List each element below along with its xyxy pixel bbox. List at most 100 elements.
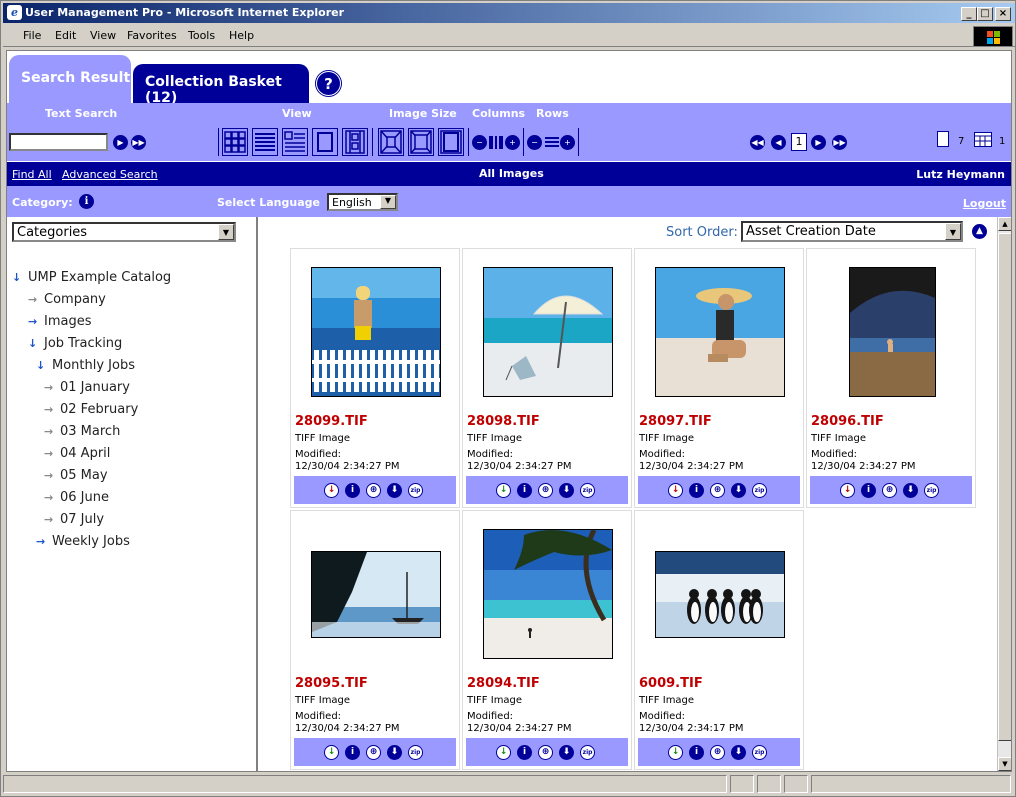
expanded-arrow-icon[interactable]: ↓	[28, 337, 40, 350]
asset-name[interactable]: 28095.TIF	[295, 676, 368, 691]
scroll-top-icon[interactable]: ▲	[972, 224, 987, 239]
image-size-medium-button[interactable]	[408, 128, 434, 156]
collapsed-arrow-icon[interactable]: →	[44, 381, 56, 394]
zip-icon[interactable]: zip	[752, 745, 767, 760]
tree-item[interactable]: ↓ Job Tracking	[28, 336, 122, 351]
tree-item[interactable]: → 07 July	[44, 512, 104, 527]
view-detail-button[interactable]	[282, 128, 308, 156]
asset-card[interactable]: 28094.TIF TIFF Image Modified: 12/30/04 2:3…	[462, 510, 632, 770]
asset-name[interactable]: 28099.TIF	[295, 414, 368, 429]
asset-thumbnail[interactable]	[655, 267, 785, 397]
add-basket-icon[interactable]: ⊕	[882, 483, 897, 498]
download-icon[interactable]: ↓	[668, 745, 683, 760]
tree-item[interactable]: → 03 March	[44, 424, 120, 439]
maximize-button[interactable]: □	[977, 7, 993, 21]
down-arrow-icon[interactable]: ⬇	[731, 483, 746, 498]
scroll-up-icon[interactable]: ▲	[998, 217, 1011, 231]
prev-page-icon[interactable]: ◀	[771, 135, 786, 150]
download-icon[interactable]: ↓	[324, 483, 339, 498]
asset-thumbnail[interactable]	[311, 551, 441, 638]
tree-item[interactable]: ↓ Monthly Jobs	[36, 358, 135, 373]
asset-card[interactable]: 28099.TIF TIFF Image Modified: 12/30/04 2:3…	[290, 248, 460, 508]
down-arrow-icon[interactable]: ⬇	[387, 483, 402, 498]
zip-icon[interactable]: zip	[408, 745, 423, 760]
categories-select[interactable]: Categories ▼	[12, 222, 236, 242]
vertical-scrollbar[interactable]: ▲ ▼	[997, 217, 1011, 771]
search-go-icon[interactable]: ▶	[113, 135, 128, 150]
tab-search-result[interactable]: Search Result	[9, 55, 131, 103]
download-icon[interactable]: ↓	[668, 483, 683, 498]
asset-card[interactable]: 28097.TIF TIFF Image Modified: 12/30/04 2:3…	[634, 248, 804, 508]
zip-icon[interactable]: zip	[408, 483, 423, 498]
info-icon[interactable]: i	[689, 745, 704, 760]
tree-item[interactable]: → Images	[28, 314, 92, 329]
advanced-search-link[interactable]: Advanced Search	[62, 168, 158, 181]
tree-item[interactable]: → Weekly Jobs	[36, 534, 130, 549]
minimize-button[interactable]: _	[961, 7, 977, 21]
info-icon[interactable]: i	[517, 483, 532, 498]
tree-item[interactable]: → Company	[28, 292, 106, 307]
calendar-grid-icon[interactable]	[974, 132, 992, 147]
tree-item[interactable]: → 04 April	[44, 446, 110, 461]
tree-item[interactable]: ↓ UMP Example Catalog	[12, 270, 171, 285]
download-icon[interactable]: ↓	[324, 745, 339, 760]
info-icon[interactable]: i	[345, 745, 360, 760]
scroll-down-icon[interactable]: ▼	[998, 757, 1011, 771]
menu-edit[interactable]: Edit	[55, 29, 76, 42]
zip-icon[interactable]: zip	[580, 745, 595, 760]
tree-item[interactable]: → 05 May	[44, 468, 108, 483]
menu-help[interactable]: Help	[229, 29, 254, 42]
zip-icon[interactable]: zip	[752, 483, 767, 498]
tree-item[interactable]: → 02 February	[44, 402, 138, 417]
asset-thumbnail[interactable]	[655, 551, 785, 638]
search-input[interactable]	[9, 133, 108, 151]
rows-increase-icon[interactable]: +	[560, 135, 575, 150]
add-basket-icon[interactable]: ⊕	[538, 745, 553, 760]
expanded-arrow-icon[interactable]: ↓	[12, 271, 24, 284]
language-select[interactable]: English ▼	[327, 193, 398, 211]
down-arrow-icon[interactable]: ⬇	[559, 483, 574, 498]
down-arrow-icon[interactable]: ⬇	[559, 745, 574, 760]
info-icon[interactable]: i	[861, 483, 876, 498]
page-number-field[interactable]: 1	[791, 133, 807, 151]
tab-collection-basket[interactable]: Collection Basket (12)	[133, 64, 309, 106]
asset-card[interactable]: 28098.TIF TIFF Image Modified: 12/30/04 2:3…	[462, 248, 632, 508]
asset-card[interactable]: 6009.TIF TIFF Image Modified: 12/30/04 2:34…	[634, 510, 804, 770]
asset-thumbnail[interactable]	[483, 529, 613, 659]
asset-thumbnail[interactable]	[483, 267, 613, 397]
collapsed-arrow-icon[interactable]: →	[44, 447, 56, 460]
add-basket-icon[interactable]: ⊕	[366, 745, 381, 760]
help-icon[interactable]: ?	[316, 71, 341, 96]
menu-tools[interactable]: Tools	[188, 29, 215, 42]
menu-favorites[interactable]: Favorites	[127, 29, 177, 42]
view-filmstrip-button[interactable]	[342, 128, 368, 156]
search-advanced-go-icon[interactable]: ▶▶	[131, 135, 146, 150]
image-size-small-button[interactable]	[378, 128, 404, 156]
add-basket-icon[interactable]: ⊕	[710, 745, 725, 760]
info-icon[interactable]: i	[689, 483, 704, 498]
tree-item[interactable]: → 06 June	[44, 490, 109, 505]
collapsed-arrow-icon[interactable]: →	[36, 535, 48, 548]
expanded-arrow-icon[interactable]: ↓	[36, 359, 48, 372]
image-size-large-button[interactable]	[438, 128, 464, 156]
download-icon[interactable]: ↓	[496, 483, 511, 498]
collapsed-arrow-icon[interactable]: →	[44, 469, 56, 482]
view-list-button[interactable]	[252, 128, 278, 156]
asset-name[interactable]: 28094.TIF	[467, 676, 540, 691]
collapsed-arrow-icon[interactable]: →	[44, 513, 56, 526]
collapsed-arrow-icon[interactable]: →	[44, 491, 56, 504]
add-basket-icon[interactable]: ⊕	[538, 483, 553, 498]
download-icon[interactable]: ↓	[840, 483, 855, 498]
info-icon[interactable]: i	[79, 194, 94, 209]
asset-name[interactable]: 28097.TIF	[639, 414, 712, 429]
collapsed-arrow-icon[interactable]: →	[44, 425, 56, 438]
zip-icon[interactable]: zip	[580, 483, 595, 498]
close-button[interactable]: ×	[995, 7, 1011, 21]
asset-card[interactable]: 28095.TIF TIFF Image Modified: 12/30/04 2:3…	[290, 510, 460, 770]
info-icon[interactable]: i	[517, 745, 532, 760]
asset-thumbnail[interactable]	[849, 267, 936, 397]
first-page-icon[interactable]: ◀◀	[750, 135, 765, 150]
asset-thumbnail[interactable]	[311, 267, 441, 397]
add-basket-icon[interactable]: ⊕	[710, 483, 725, 498]
asset-name[interactable]: 28096.TIF	[811, 414, 884, 429]
